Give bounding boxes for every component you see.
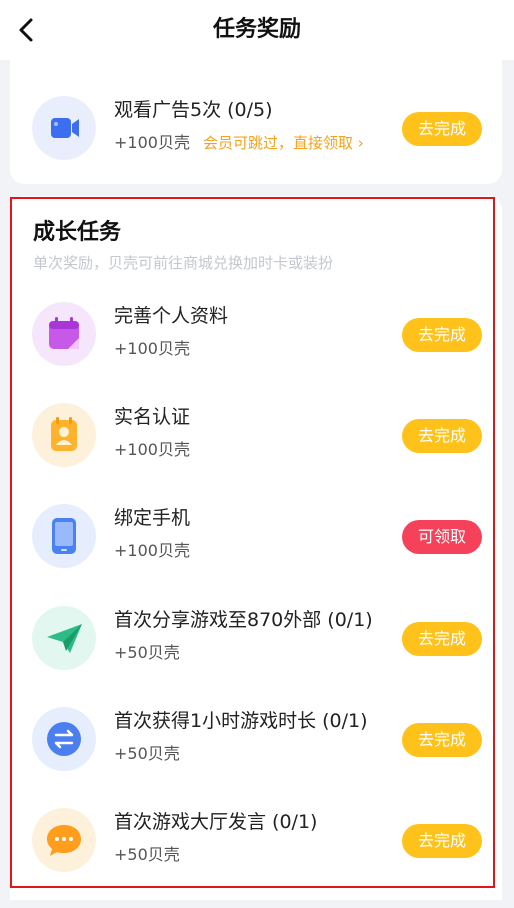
task-row-first-chat: 首次游戏大厅发言 (0/1) +50贝壳 去完成: [10, 808, 502, 908]
go-complete-button[interactable]: 去完成: [402, 622, 482, 656]
go-complete-button[interactable]: 去完成: [402, 419, 482, 453]
vip-skip-link[interactable]: 会员可跳过，直接领取 ›: [203, 132, 364, 154]
task-title: 完善个人资料: [114, 305, 229, 327]
task-title: 首次游戏大厅发言 (0/1): [114, 811, 318, 833]
task-row-first-hour: 首次获得1小时游戏时长 (0/1) +50贝壳 去完成: [10, 707, 502, 807]
task-reward: +100贝壳: [114, 541, 190, 560]
task-title: 首次分享游戏至870外部 (0/1): [114, 609, 373, 631]
task-title: 实名认证: [114, 406, 191, 428]
calendar-icon: [32, 302, 96, 366]
task-row-complete-profile: 完善个人资料 +100贝壳 去完成: [10, 302, 502, 402]
task-row-watch-ads: 观看广告5次 (0/5) +100贝壳 会员可跳过，直接领取 › 去完成: [10, 96, 502, 196]
task-row-real-name-auth: 实名认证 +100贝壳 去完成: [10, 403, 502, 503]
task-title: 绑定手机: [114, 507, 191, 529]
paper-plane-icon: [32, 606, 96, 670]
claim-reward-button[interactable]: 可领取: [402, 520, 482, 554]
exchange-icon: [32, 707, 96, 771]
go-complete-button[interactable]: 去完成: [402, 318, 482, 352]
task-reward: +100贝壳: [114, 133, 190, 152]
task-reward: +50贝壳: [114, 845, 180, 864]
task-title: 首次获得1小时游戏时长 (0/1): [114, 710, 368, 732]
chat-bubble-icon: [32, 808, 96, 872]
task-reward: +100贝壳: [114, 440, 190, 459]
task-reward: +50贝壳: [114, 643, 180, 662]
task-reward: +50贝壳: [114, 744, 180, 763]
phone-icon: [32, 504, 96, 568]
task-title: 观看广告5次 (0/5): [114, 99, 273, 121]
task-row-bind-phone: 绑定手机 +100贝壳 可领取: [10, 504, 502, 604]
page-title: 任务奖励: [212, 17, 301, 42]
section-title: 成长任务: [33, 220, 122, 245]
id-card-icon: [32, 403, 96, 467]
go-complete-button[interactable]: 去完成: [402, 112, 482, 146]
go-complete-button[interactable]: 去完成: [402, 824, 482, 858]
task-row-first-share: 首次分享游戏至870外部 (0/1) +50贝壳 去完成: [10, 606, 502, 706]
section-subtitle: 单次奖励，贝壳可前往商城兑换加时卡或装扮: [33, 254, 334, 272]
video-camera-icon: [32, 96, 96, 160]
top-bar: 任务奖励: [0, 0, 514, 60]
go-complete-button[interactable]: 去完成: [402, 723, 482, 757]
task-reward: +100贝壳: [114, 339, 190, 358]
